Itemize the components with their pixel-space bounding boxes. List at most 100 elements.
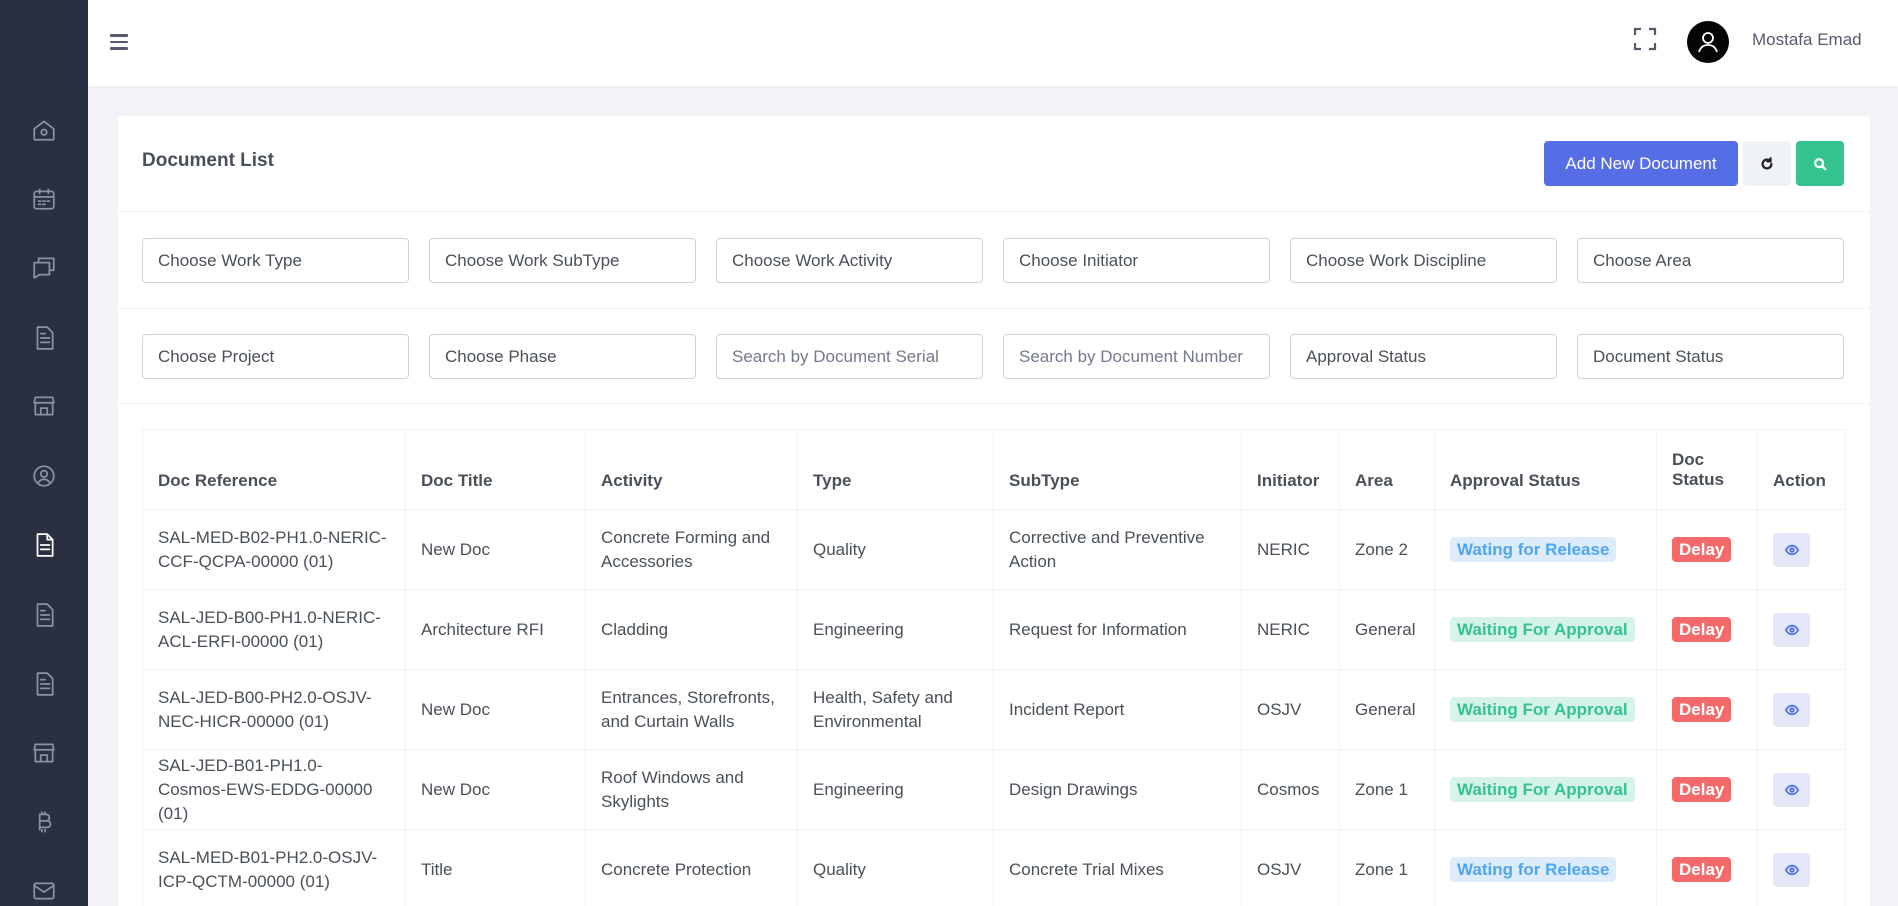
divider (118, 308, 1870, 309)
column-header[interactable]: Initiator (1241, 429, 1340, 510)
initiator-cell: OSJV (1241, 669, 1340, 750)
column-header[interactable]: Doc Status (1656, 429, 1758, 510)
subtype-cell: Design Drawings (993, 749, 1242, 830)
phase-select[interactable]: Choose Phase (429, 334, 696, 379)
work-type-select[interactable]: Choose Work Type (142, 238, 409, 283)
approval-status-cell: Wating for Release (1434, 829, 1657, 906)
table-row: SAL-JED-B00-PH1.0-NERIC-ACL-ERFI-00000 (… (142, 589, 1846, 670)
column-header[interactable]: Activity (585, 429, 798, 510)
document-status-select[interactable]: Document Status (1577, 334, 1844, 379)
column-header[interactable]: Doc Title (405, 429, 586, 510)
subtype-cell: Concrete Trial Mixes (993, 829, 1242, 906)
calendar-icon[interactable] (28, 183, 60, 215)
view-button[interactable] (1773, 612, 1810, 647)
action-cell (1757, 509, 1846, 590)
user-circle-icon[interactable] (28, 460, 60, 492)
approval-status-badge: Waiting For Approval (1450, 777, 1635, 802)
view-button[interactable] (1773, 532, 1810, 567)
document-list-card: Document List Add New Document Choose Wo… (118, 116, 1870, 906)
doc-status-badge: Delay (1672, 857, 1732, 882)
doc-reference-cell: SAL-JED-B00-PH2.0-OSJV-NEC-HICR-00000 (0… (142, 669, 406, 750)
chat-icon[interactable] (28, 251, 60, 283)
initiator-cell: NERIC (1241, 589, 1340, 670)
file-icon[interactable] (28, 322, 60, 354)
column-header[interactable]: SubType (993, 429, 1242, 510)
doc-title-cell: Title (405, 829, 586, 906)
eye-icon (1784, 624, 1799, 635)
type-cell: Quality (797, 509, 994, 590)
approval-status-select[interactable]: Approval Status (1290, 334, 1557, 379)
activity-cell: Roof Windows and Skylights (585, 749, 798, 830)
fullscreen-icon[interactable] (1632, 26, 1658, 52)
bitcoin-icon[interactable] (28, 806, 60, 838)
area-cell: Zone 1 (1339, 829, 1435, 906)
add-new-document-button[interactable]: Add New Document (1544, 141, 1738, 186)
column-header[interactable]: Area (1339, 429, 1435, 510)
type-cell: Health, Safety and Environmental (797, 669, 994, 750)
action-cell (1757, 829, 1846, 906)
approval-status-cell: Wating for Release (1434, 509, 1657, 590)
column-header: Action (1757, 429, 1846, 510)
view-button[interactable] (1773, 852, 1810, 887)
doc-status-cell: Delay (1656, 749, 1758, 830)
initiator-select[interactable]: Choose Initiator (1003, 238, 1270, 283)
table-header-row: Doc Reference Doc Title Activity Type Su… (142, 429, 1846, 510)
view-button[interactable] (1773, 692, 1810, 727)
approval-status-badge: Wating for Release (1450, 537, 1617, 562)
file-icon[interactable] (28, 668, 60, 700)
documents-table: Doc Reference Doc Title Activity Type Su… (142, 429, 1846, 906)
work-subtype-select[interactable]: Choose Work SubType (429, 238, 696, 283)
table-row: SAL-MED-B02-PH1.0-NERIC-CCF-QCPA-00000 (… (142, 509, 1846, 590)
view-button[interactable] (1773, 772, 1810, 807)
activity-cell: Concrete Forming and Accessories (585, 509, 798, 590)
file-icon[interactable] (28, 599, 60, 631)
search-icon (1814, 157, 1827, 170)
table-body: SAL-MED-B02-PH1.0-NERIC-CCF-QCPA-00000 (… (142, 509, 1846, 906)
work-discipline-select[interactable]: Choose Work Discipline (1290, 238, 1557, 283)
documents-table-wrapper: Doc Reference Doc Title Activity Type Su… (142, 429, 1846, 906)
avatar[interactable] (1687, 21, 1729, 63)
store-icon[interactable] (28, 737, 60, 769)
home-icon[interactable] (28, 114, 60, 146)
doc-reference-cell: SAL-MED-B02-PH1.0-NERIC-CCF-QCPA-00000 (… (142, 509, 406, 590)
approval-status-cell: Waiting For Approval (1434, 669, 1657, 750)
area-cell: Zone 2 (1339, 509, 1435, 590)
action-cell (1757, 589, 1846, 670)
doc-status-badge: Delay (1672, 537, 1732, 562)
type-cell: Quality (797, 829, 994, 906)
file-text-icon[interactable] (28, 529, 60, 561)
action-cell (1757, 669, 1846, 750)
doc-status-cell: Delay (1656, 509, 1758, 590)
approval-status-badge: Waiting For Approval (1450, 617, 1635, 642)
initiator-cell: NERIC (1241, 509, 1340, 590)
column-header[interactable]: Doc Reference (142, 429, 406, 510)
doc-status-badge: Delay (1672, 617, 1732, 642)
activity-cell: Concrete Protection (585, 829, 798, 906)
divider (118, 211, 1870, 212)
doc-status-badge: Delay (1672, 697, 1732, 722)
doc-title-cell: New Doc (405, 509, 586, 590)
column-header[interactable]: Type (797, 429, 994, 510)
doc-title-cell: Architecture RFI (405, 589, 586, 670)
document-number-search-input[interactable] (1003, 334, 1270, 379)
work-activity-select[interactable]: Choose Work Activity (716, 238, 983, 283)
subtype-cell: Incident Report (993, 669, 1242, 750)
initiator-cell: OSJV (1241, 829, 1340, 906)
project-select[interactable]: Choose Project (142, 334, 409, 379)
mail-icon[interactable] (28, 875, 60, 906)
action-cell (1757, 749, 1846, 830)
hamburger-menu-icon[interactable] (110, 30, 134, 54)
doc-status-cell: Delay (1656, 669, 1758, 750)
refresh-button[interactable] (1743, 141, 1791, 186)
column-header[interactable]: Approval Status (1434, 429, 1657, 510)
doc-reference-cell: SAL-JED-B01-PH1.0-Cosmos-EWS-EDDG-00000 … (142, 749, 406, 830)
subtype-cell: Request for Information (993, 589, 1242, 670)
top-bar: Mostafa Emad (88, 0, 1898, 86)
username[interactable]: Mostafa Emad (1752, 30, 1862, 50)
document-serial-search-input[interactable] (716, 334, 983, 379)
doc-status-badge: Delay (1672, 777, 1732, 802)
store-icon[interactable] (28, 390, 60, 422)
doc-status-cell: Delay (1656, 589, 1758, 670)
search-button[interactable] (1796, 141, 1844, 186)
area-select[interactable]: Choose Area (1577, 238, 1844, 283)
